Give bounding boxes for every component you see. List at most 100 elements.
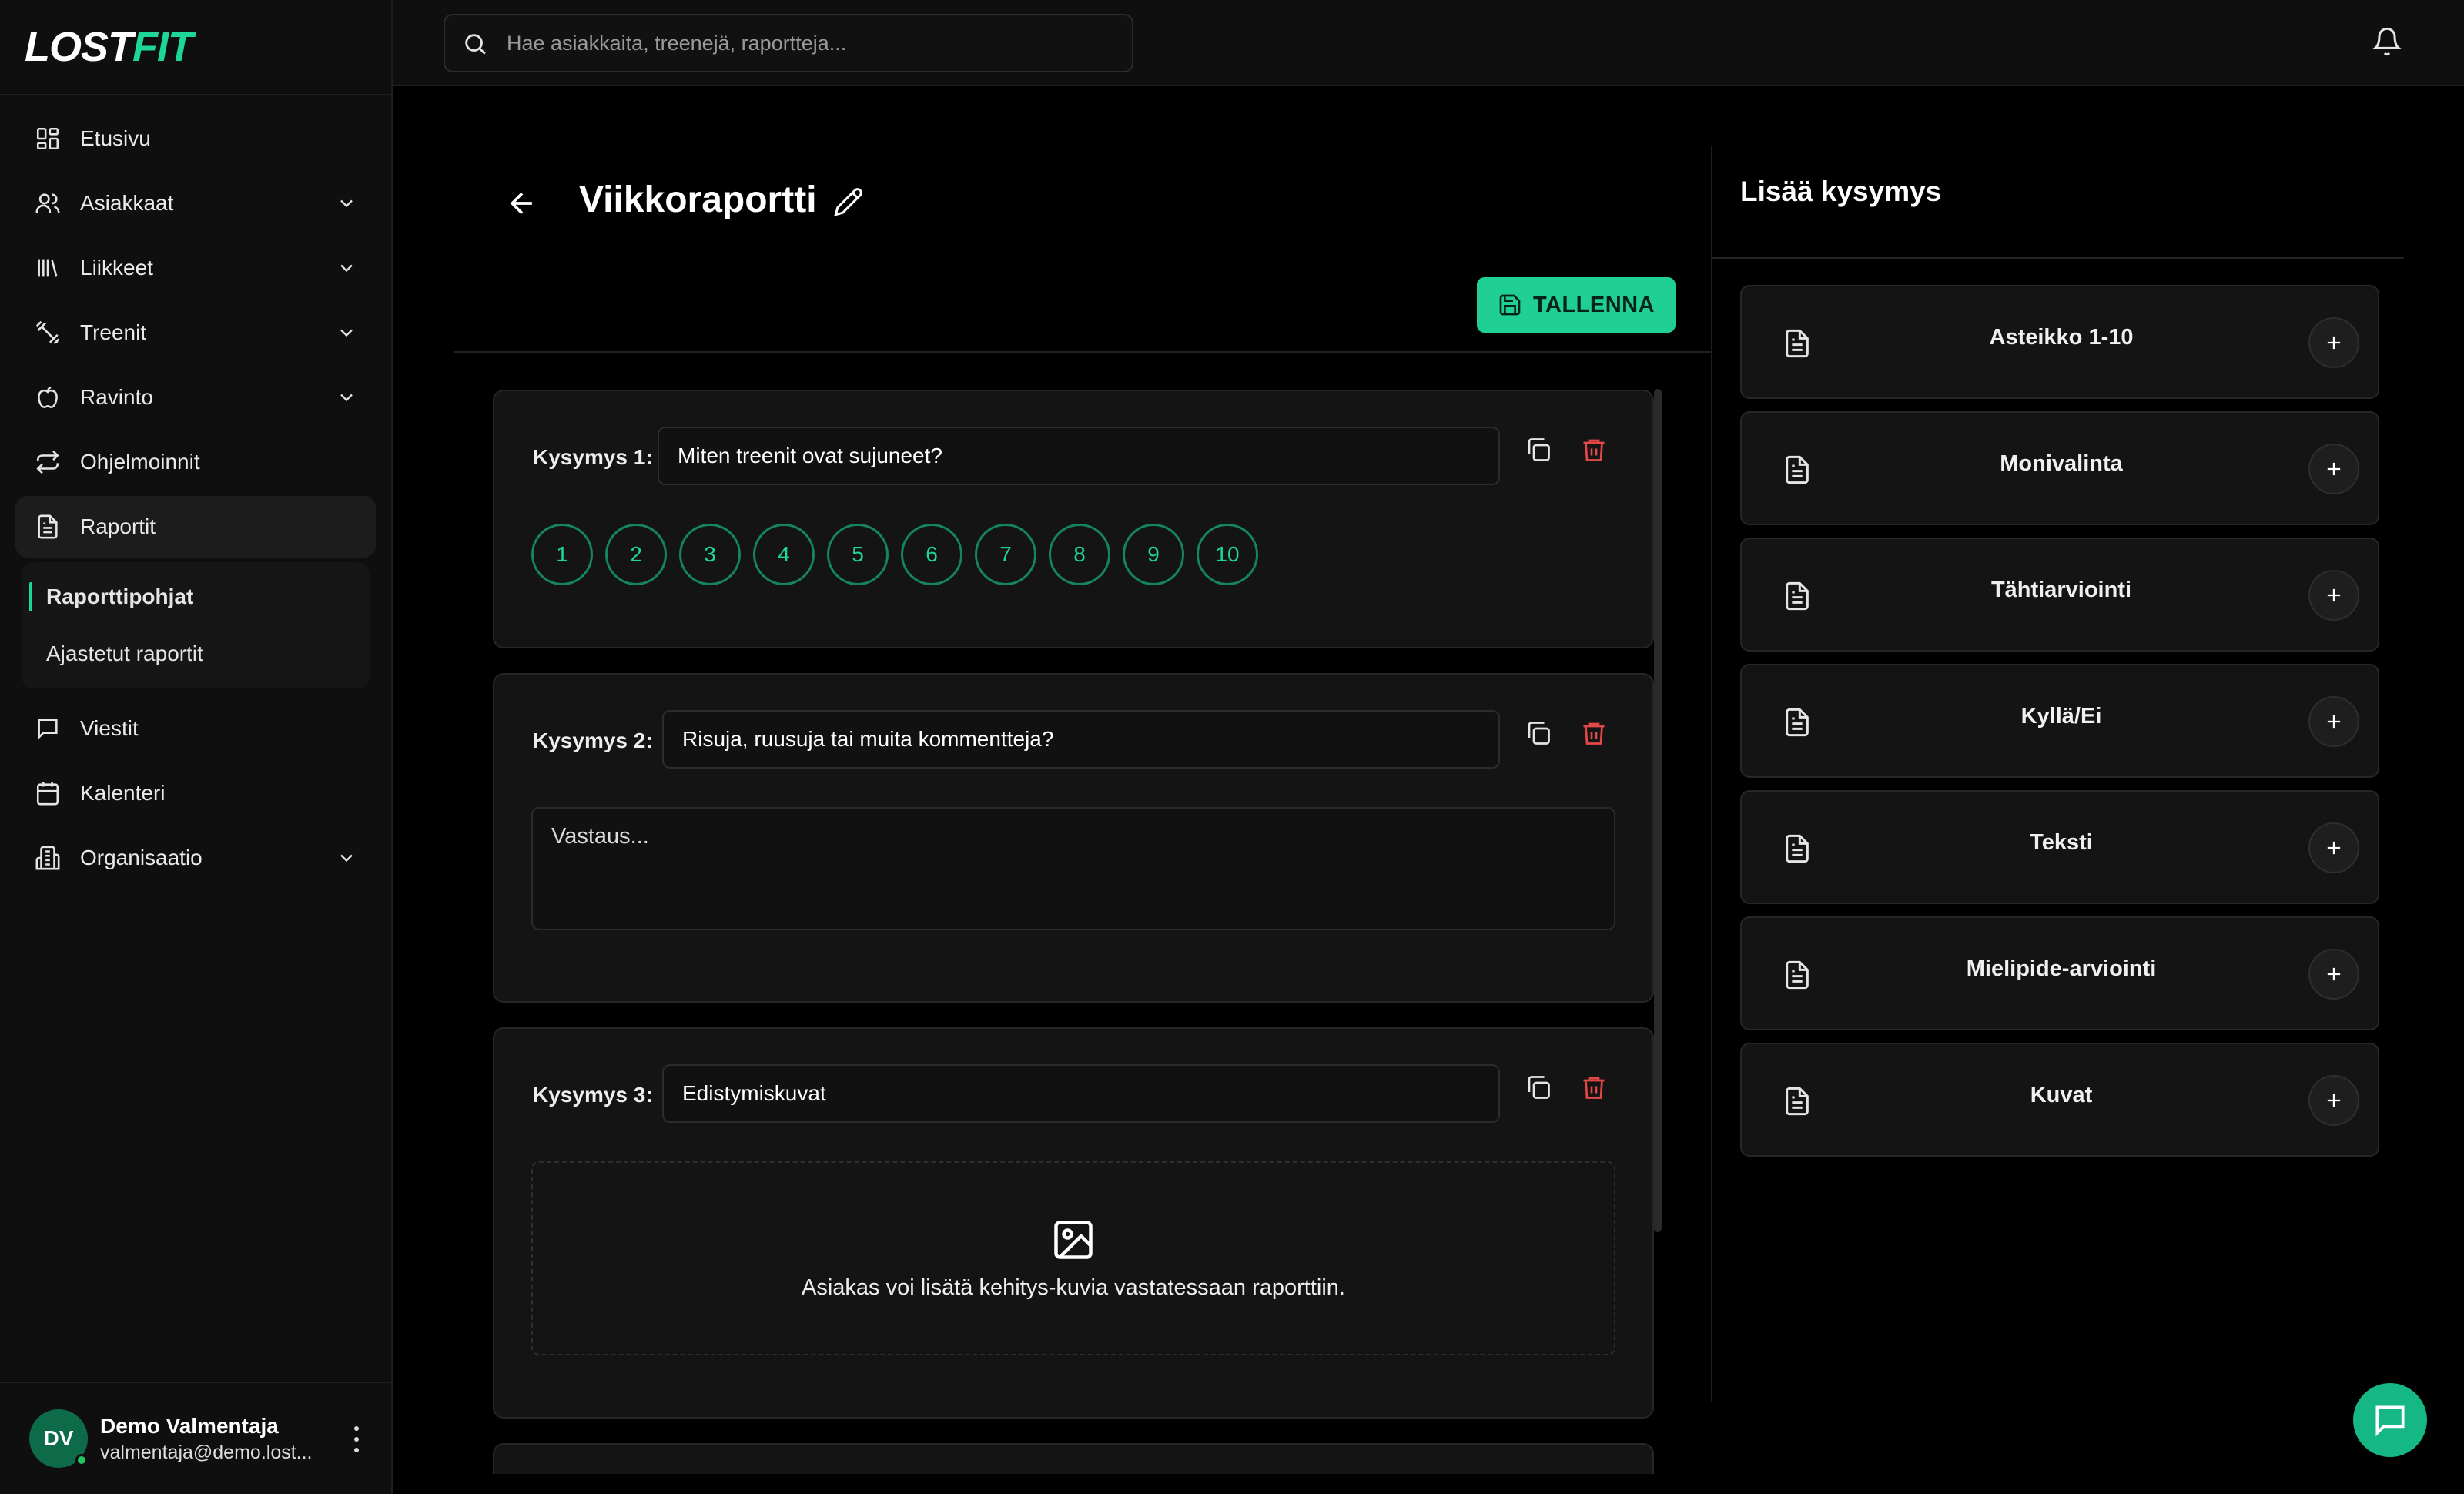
search-input[interactable] xyxy=(507,31,1092,55)
sidebar-item-label: Organisaatio xyxy=(80,846,203,869)
logo[interactable]: LOSTFIT xyxy=(0,0,391,95)
question-type-label: Monivalinta xyxy=(2000,451,2123,476)
question-type-label: Teksti xyxy=(2030,830,2093,855)
question-type-tahtiarviointi[interactable]: Tähtiarviointi xyxy=(1740,538,2379,652)
add-question-button[interactable] xyxy=(2308,1075,2359,1126)
sidebar-item-label: Liikkeet xyxy=(80,256,153,280)
add-question-button[interactable] xyxy=(2308,317,2359,368)
chevron-down-icon xyxy=(340,199,353,208)
chevron-down-icon xyxy=(340,329,353,337)
search-box xyxy=(444,14,1133,72)
add-question-button[interactable] xyxy=(2308,822,2359,873)
question-input[interactable] xyxy=(662,1064,1500,1123)
user-email: valmentaja@demo.lost... xyxy=(100,1441,313,1463)
question-card: Kysymys 1: 1 2 3 4 5 6 7 8 9 10 xyxy=(493,390,1654,648)
chevron-down-icon xyxy=(340,854,353,863)
user-name: Demo Valmentaja xyxy=(100,1413,279,1438)
question-type-kuvat[interactable]: Kuvat xyxy=(1740,1043,2379,1157)
sub-item-ajastetut-raportit[interactable]: Ajastetut raportit xyxy=(22,625,370,682)
plus-icon xyxy=(2327,588,2341,602)
question-type-teksti[interactable]: Teksti xyxy=(1740,790,2379,904)
sidebar-item-raportit[interactable]: Raportit xyxy=(15,496,376,558)
sidebar-item-organisaatio[interactable]: Organisaatio xyxy=(15,827,376,889)
copy-icon[interactable] xyxy=(1525,719,1552,747)
image-upload-hint: Asiakas voi lisätä kehitys-kuvia vastate… xyxy=(802,1275,1345,1300)
scale-option: 1 xyxy=(531,524,593,585)
image-icon xyxy=(1054,1220,1093,1259)
calendar-icon xyxy=(34,779,62,807)
sidebar-item-kalenteri[interactable]: Kalenteri xyxy=(15,762,376,824)
sidebar-item-ohjelmoinnit[interactable]: Ohjelmoinnit xyxy=(15,431,376,493)
sub-item-raporttipohjat[interactable]: Raporttipohjat xyxy=(22,568,370,625)
question-label: Kysymys 3: xyxy=(533,1083,653,1107)
question-label: Kysymys 1: xyxy=(533,445,653,469)
report-icon xyxy=(34,513,62,541)
question-input[interactable] xyxy=(662,710,1500,769)
question-type-asteikko[interactable]: Asteikko 1-10 xyxy=(1740,285,2379,399)
sidebar-item-etusivu[interactable]: Etusivu xyxy=(15,108,376,169)
bell-icon[interactable] xyxy=(2372,26,2402,57)
trash-icon[interactable] xyxy=(1580,1074,1608,1101)
question-card: Kysymys 3: Asiakas voi lisätä kehitys-ku… xyxy=(493,1027,1654,1419)
add-question-button[interactable] xyxy=(2308,570,2359,621)
save-icon xyxy=(1499,294,1521,316)
page-title: Viikkoraportti xyxy=(579,179,817,220)
sidebar-item-asiakkaat[interactable]: Asiakkaat xyxy=(15,173,376,234)
building-icon xyxy=(34,844,62,872)
sidebar-item-ravinto[interactable]: Ravinto xyxy=(15,367,376,428)
sidebar-item-label: Ohjelmoinnit xyxy=(80,450,200,474)
dumbbell-icon xyxy=(34,319,62,347)
users-icon xyxy=(34,189,62,217)
scrollbar[interactable] xyxy=(1654,389,1662,1232)
answer-textarea[interactable] xyxy=(531,807,1615,930)
main-nav: Etusivu Asiakkaat Liikkeet Treenit Ravin… xyxy=(0,95,391,904)
question-type-monivalinta[interactable]: Monivalinta xyxy=(1740,411,2379,525)
add-question-button[interactable] xyxy=(2308,949,2359,1000)
sidebar-item-liikkeet[interactable]: Liikkeet xyxy=(15,237,376,299)
scale-option: 10 xyxy=(1197,524,1258,585)
avatar-initials: DV xyxy=(43,1426,74,1450)
question-card: Kysymys 2: xyxy=(493,673,1654,1003)
pencil-icon[interactable] xyxy=(833,186,864,217)
dashboard-icon xyxy=(34,125,62,152)
plus-icon xyxy=(2327,967,2341,981)
question-input[interactable] xyxy=(658,427,1500,485)
repeat-icon xyxy=(34,448,62,476)
sidebar-item-treenit[interactable]: Treenit xyxy=(15,302,376,363)
add-question-button[interactable] xyxy=(2308,444,2359,494)
scale-1-10: 1 2 3 4 5 6 7 8 9 10 xyxy=(531,524,1270,585)
question-type-mielipide[interactable]: Mielipide-arviointi xyxy=(1740,916,2379,1030)
scale-option: 9 xyxy=(1123,524,1184,585)
trash-icon[interactable] xyxy=(1580,436,1608,464)
scale-option: 3 xyxy=(679,524,741,585)
more-vertical-icon[interactable] xyxy=(353,1426,360,1452)
back-arrow-icon[interactable] xyxy=(505,186,539,220)
scale-option: 4 xyxy=(753,524,815,585)
chat-button[interactable] xyxy=(2353,1383,2427,1457)
plus-icon xyxy=(2327,1094,2341,1107)
logo-fit: FIT xyxy=(132,24,193,70)
question-type-label: Asteikko 1-10 xyxy=(1989,325,2134,350)
copy-icon[interactable] xyxy=(1525,1074,1552,1101)
library-icon xyxy=(34,254,62,282)
sidebar-item-label: Ravinto xyxy=(80,385,153,409)
sidebar-item-label: Viestit xyxy=(80,716,139,740)
scale-option: 2 xyxy=(605,524,667,585)
save-button[interactable]: TALLENNA xyxy=(1477,277,1676,333)
divider xyxy=(1712,257,2404,259)
sidebar-item-label: Kalenteri xyxy=(80,781,166,805)
trash-icon[interactable] xyxy=(1580,719,1608,747)
copy-icon[interactable] xyxy=(1525,436,1552,464)
sidebar-item-label: Treenit xyxy=(80,320,147,344)
add-question-button[interactable] xyxy=(2308,696,2359,747)
raportit-subnav: Raporttipohjat Ajastetut raportit xyxy=(22,562,370,688)
sidebar-item-label: Raportit xyxy=(80,514,156,538)
topbar xyxy=(393,0,2464,86)
scale-option: 6 xyxy=(901,524,962,585)
question-type-kylla-ei[interactable]: Kyllä/Ei xyxy=(1740,664,2379,778)
sidebar-item-viestit[interactable]: Viestit xyxy=(15,698,376,759)
user-profile[interactable]: DV Demo Valmentaja valmentaja@demo.lost.… xyxy=(0,1382,393,1494)
question-type-label: Kuvat xyxy=(2030,1083,2093,1107)
message-icon xyxy=(34,715,62,742)
save-button-label: TALLENNA xyxy=(1532,292,1656,317)
